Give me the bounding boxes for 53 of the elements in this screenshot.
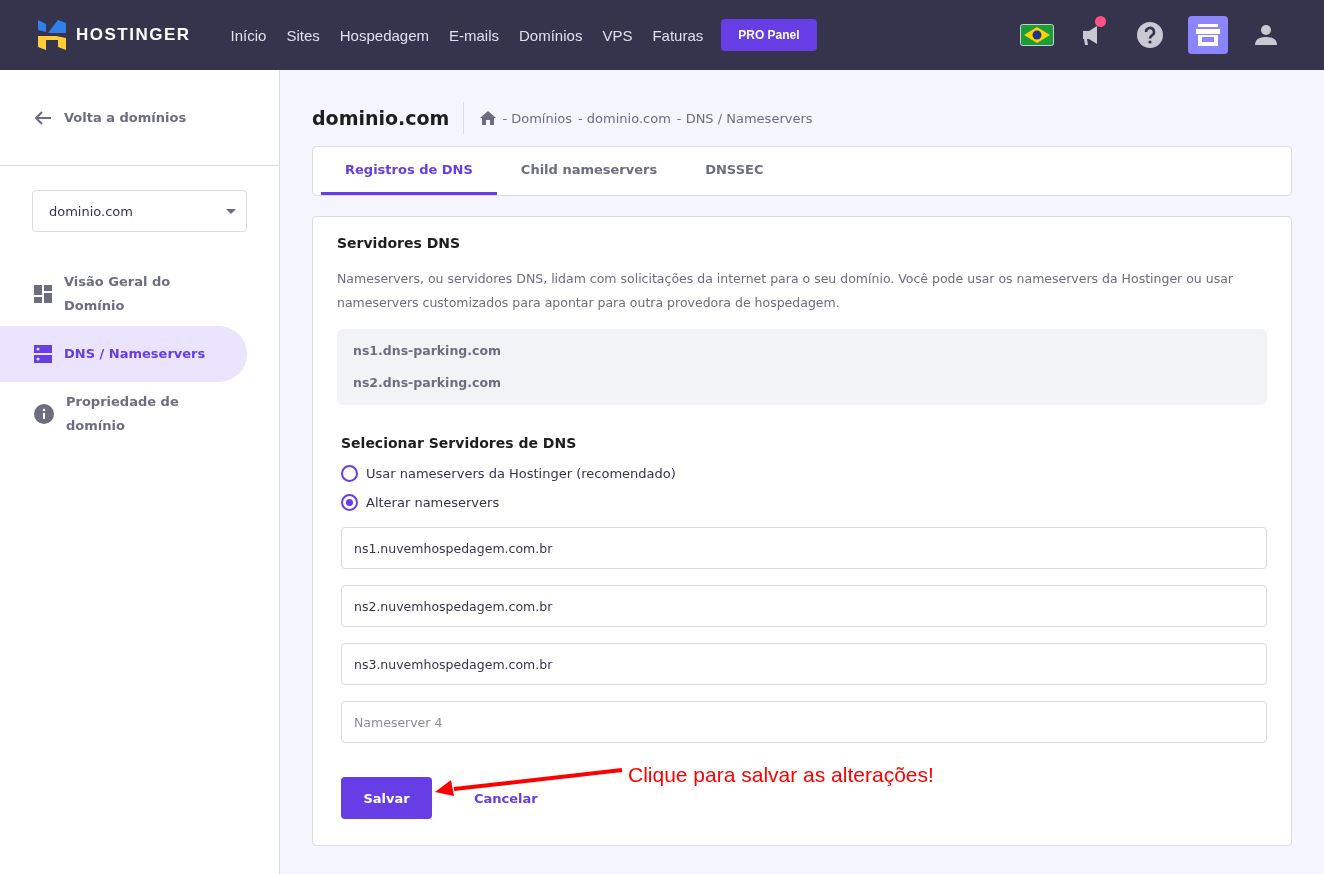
nav-link[interactable]: Domínios (519, 26, 583, 44)
section-subtitle: Selecionar Servidores de DNS (341, 435, 578, 451)
info-icon (34, 404, 54, 424)
nav-link[interactable]: VPS (602, 26, 633, 44)
radio-button[interactable] (341, 494, 358, 511)
nav-link[interactable]: Sites (286, 26, 320, 44)
store-icon (1196, 24, 1220, 46)
radio-label: Usar nameservers da Hostinger (recomendado) (366, 466, 676, 481)
back-link[interactable]: Volta a domínios (0, 70, 279, 166)
sidebar-item[interactable]: Visão Geral do Domínio (0, 262, 247, 326)
tab[interactable]: DNSSEC (681, 147, 788, 195)
nameserver-input[interactable]: ns2.nuvemhospedagem.com.br (341, 585, 1267, 627)
tab[interactable]: Registros de DNS (321, 147, 497, 195)
breadcrumb-link[interactable]: - DNS / Nameservers (676, 110, 813, 126)
sidebar-item-label: Propriedade de domínio (66, 393, 180, 435)
dashboard-icon (34, 285, 52, 303)
nav-link[interactable]: Início (230, 26, 267, 44)
breadcrumb-link[interactable]: - Domínios (502, 110, 573, 126)
sidebar-item-label: Visão Geral do Domínio (64, 273, 172, 315)
pro-panel-button[interactable]: PRO Panel (721, 19, 817, 51)
breadcrumb-link[interactable]: - dominio.com (578, 110, 671, 126)
radio-button[interactable] (341, 465, 358, 482)
logo-icon (38, 20, 66, 50)
nav-link[interactable]: E-mails (449, 26, 500, 44)
server-icon (34, 345, 52, 363)
home-icon[interactable] (480, 111, 497, 125)
arrow-left-icon (34, 109, 52, 126)
save-button[interactable]: Salvar (341, 777, 432, 819)
nameserver-text: ns1.dns-parking.com (353, 342, 503, 360)
back-link-label: Volta a domínios (64, 110, 187, 125)
nameserver-text: ns2.dns-parking.com (353, 374, 503, 392)
annotation-text: Clique para salvar as alterações! (628, 764, 934, 786)
store-button[interactable] (1188, 16, 1228, 54)
logo-text: HOSTINGER (76, 25, 191, 45)
sidebar-item[interactable]: DNS / Nameservers (0, 326, 247, 382)
tab[interactable]: Child nameservers (496, 147, 682, 195)
cancel-link[interactable]: Cancelar (474, 790, 538, 806)
user-icon[interactable] (1254, 23, 1278, 47)
domain-select[interactable]: dominio.com (32, 190, 247, 232)
description: Nameservers, ou servidores DNS, lidam com solicitações da internet para o seu domínio. Você pode usar os nameservers da Hostinger ou usar nameservers customizados para apontar para outra provedora de hospedagem. (337, 270, 1234, 312)
nameserver-input[interactable]: ns1.nuvemhospedagem.com.br (341, 527, 1267, 569)
nav-link[interactable]: Hospedagem (339, 26, 429, 44)
page-title: dominio.com (312, 102, 465, 134)
caret-icon (226, 208, 236, 214)
help-icon[interactable] (1136, 21, 1164, 49)
sidebar-item-label: DNS / Nameservers (64, 345, 206, 363)
nav-link[interactable]: Faturas (652, 26, 704, 44)
nameserver-input[interactable]: ns3.nuvemhospedagem.com.br (341, 643, 1267, 685)
sidebar-item[interactable]: Propriedade de domínio (0, 382, 247, 446)
flag-icon[interactable] (1020, 24, 1054, 46)
radio-label: Alterar nameservers (366, 495, 500, 510)
nameserver-input[interactable]: Nameserver 4 (341, 701, 1267, 743)
section-title: Servidores DNS (337, 235, 462, 251)
